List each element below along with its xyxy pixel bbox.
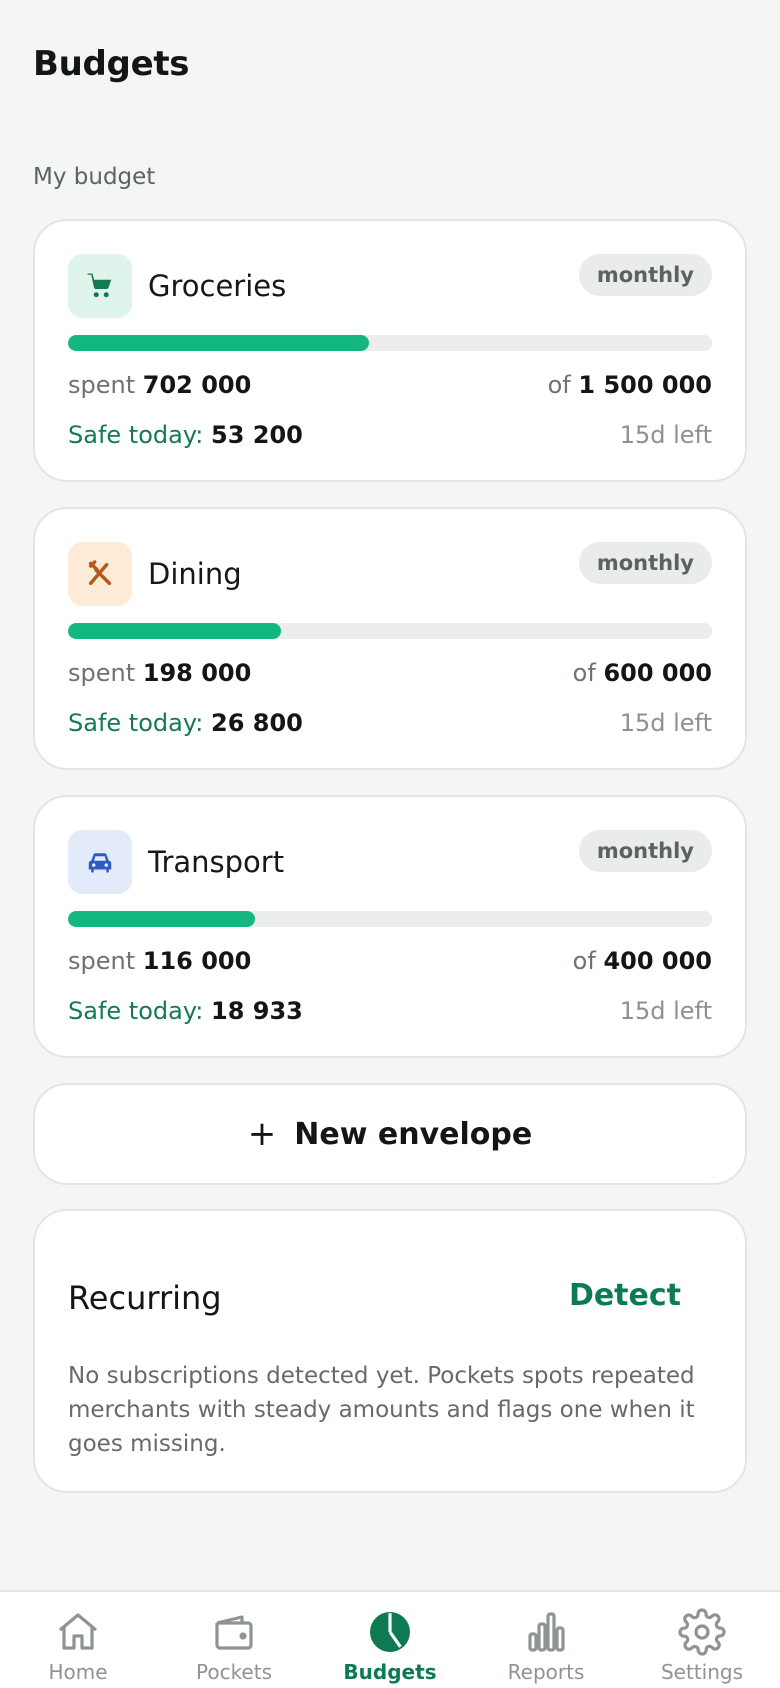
nav-item-home[interactable]: Home <box>0 1592 156 1688</box>
spent-label: spent <box>68 659 136 687</box>
gear-icon <box>678 1608 726 1656</box>
plus-icon: + <box>247 1114 277 1154</box>
spent-label: spent <box>68 947 136 975</box>
safe-today-amount: 26 800 <box>211 709 303 737</box>
safe-today-label: Safe today: <box>68 709 204 737</box>
nav-label: Home <box>48 1660 108 1684</box>
wallet-icon <box>215 1615 253 1650</box>
period-badge: monthly <box>578 542 712 584</box>
nav-item-reports[interactable]: Reports <box>468 1592 624 1688</box>
budget-card-transport[interactable]: Transport monthly spent 116 000 of 400 0… <box>33 795 747 1058</box>
progress-fill <box>68 911 255 927</box>
new-envelope-button[interactable]: + New envelope <box>33 1083 747 1185</box>
spent-amount: 198 000 <box>142 659 252 687</box>
page-title: Budgets <box>33 44 190 84</box>
nav-label: Settings <box>660 1660 744 1684</box>
safe-today-label: Safe today: <box>68 997 204 1025</box>
budget-name: Dining <box>148 557 242 591</box>
total-amount: 600 000 <box>603 659 712 687</box>
shopping-cart-icon <box>68 254 132 318</box>
safe-today-amount: 18 933 <box>211 997 303 1025</box>
recurring-description: No subscriptions detected yet. Pockets s… <box>68 1363 695 1457</box>
budget-card-groceries[interactable]: Groceries monthly spent 702 000 of 1 500… <box>33 219 747 482</box>
total-label: of <box>572 947 596 975</box>
fork-knife-icon <box>68 542 132 606</box>
budget-progress-bar <box>68 335 712 351</box>
nav-item-settings[interactable]: Settings <box>624 1592 780 1688</box>
spent-label: spent <box>68 371 136 399</box>
home-icon <box>58 1613 98 1650</box>
spent-amount: 116 000 <box>142 947 252 975</box>
budget-name: Transport <box>148 845 285 879</box>
bottom-nav: Home Pockets Budgets Reports Settings <box>0 1590 780 1688</box>
days-left: 15d left <box>619 997 712 1025</box>
safe-today-label: Safe today: <box>68 421 204 449</box>
period-badge: monthly <box>578 254 712 296</box>
bar-chart-icon <box>528 1612 565 1652</box>
budget-card-dining[interactable]: Dining monthly spent 198 000 of 600 000 … <box>33 507 747 770</box>
total-label: of <box>547 371 571 399</box>
budget-progress-bar <box>68 623 712 639</box>
nav-item-pockets[interactable]: Pockets <box>156 1592 312 1688</box>
recurring-card: Recurring Detect No subscriptions detect… <box>33 1209 747 1493</box>
budget-progress-bar <box>68 911 712 927</box>
safe-today-amount: 53 200 <box>211 421 303 449</box>
car-icon <box>68 830 132 894</box>
nav-label: Budgets <box>343 1660 437 1684</box>
nav-label: Reports <box>507 1660 585 1684</box>
nav-item-budgets[interactable]: Budgets <box>312 1592 468 1688</box>
nav-label: Pockets <box>195 1660 272 1684</box>
detect-button[interactable]: Detect <box>569 1278 681 1313</box>
section-label-my-budget: My budget <box>33 164 156 190</box>
new-envelope-label: New envelope <box>294 1116 533 1152</box>
spent-amount: 702 000 <box>142 371 252 399</box>
total-label: of <box>572 659 596 687</box>
total-amount: 1 500 000 <box>578 371 712 399</box>
progress-fill <box>68 623 281 639</box>
recurring-title: Recurring <box>68 1279 222 1317</box>
progress-fill <box>68 335 370 351</box>
period-badge: monthly <box>578 830 712 872</box>
pie-chart-icon <box>370 1612 410 1652</box>
days-left: 15d left <box>619 421 712 449</box>
budget-name: Groceries <box>148 269 287 303</box>
total-amount: 400 000 <box>603 947 712 975</box>
days-left: 15d left <box>619 709 712 737</box>
